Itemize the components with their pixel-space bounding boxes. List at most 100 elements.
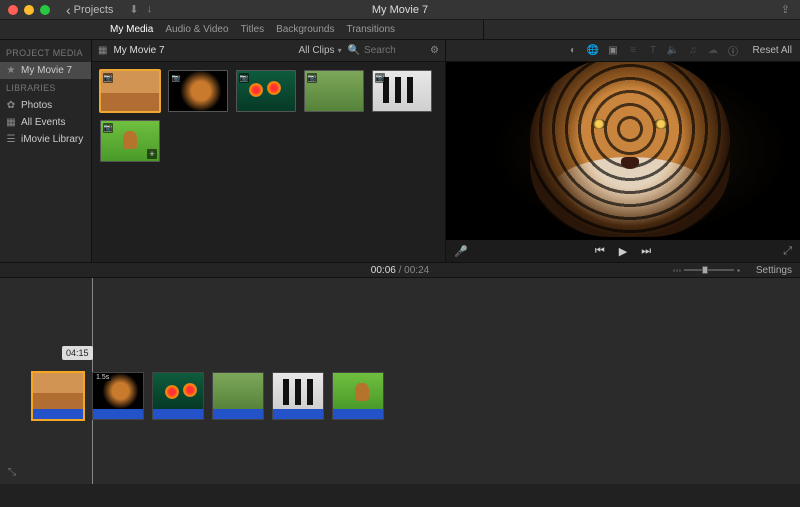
tab-backgrounds[interactable]: Backgrounds [276,24,334,35]
titlebar: Projects ⬇ ↓ My Movie 7 ⇪ [0,0,800,20]
clip-birds[interactable] [152,372,204,420]
library-icon: ☰ [6,135,16,145]
clip-audio-track[interactable] [33,409,83,419]
search-icon: 🔍 [348,45,360,56]
sidebar-item-all-events[interactable]: ▦ All Events [0,114,91,131]
crop-icon[interactable]: ▣ [607,44,620,57]
down-arrow-icon[interactable]: ↓ [147,3,153,16]
media-tabbar: My Media Audio & Video Titles Backgrounds Tr… [0,20,800,40]
clip-deer[interactable] [332,372,384,420]
thumb-penguins[interactable]: 📷 [372,70,432,112]
media-tabs: My Media Audio & Video Titles Backgrounds Tr… [110,24,395,35]
tab-audio-video[interactable]: Audio & Video [165,24,228,35]
balance-icon[interactable]: ◐ [567,44,580,57]
clip-thumbnail [333,373,383,409]
clip-elephants[interactable] [32,372,84,420]
calendar-icon: ▦ [6,118,16,128]
timecode-bar: 00:06 / 00:24 ◦◦◦ ▪ Settings [0,262,800,278]
globe-icon[interactable]: 🌐 [587,44,600,57]
zoom-track[interactable] [684,269,734,271]
clip-duration: 1.5s [94,374,111,381]
reset-all-button[interactable]: Reset All [753,45,792,56]
sidebar-heading: LIBRARIES [0,79,91,97]
thumb-birds[interactable]: 📷 [236,70,296,112]
timecode-marker: 04:15 [62,346,93,360]
clip-audio-track[interactable] [153,409,203,419]
clip-audio-track[interactable] [213,409,263,419]
clip-audio-track[interactable] [93,409,143,419]
tab-my-media[interactable]: My Media [110,24,153,35]
upper-panels: PROJECT MEDIA★My Movie 7LIBRARIES✿Photos… [0,40,800,262]
zoom-out-icon[interactable]: ◦◦◦ [673,266,682,275]
sidebar-item-imovie-library[interactable]: ☰ iMovie Library [0,131,91,148]
thumb-tiger[interactable]: 📷 [168,70,228,112]
clip-thumbnail [153,373,203,409]
window-controls [0,5,50,15]
clip-audio-track[interactable] [333,409,383,419]
time-total: 00:24 [404,265,429,276]
timeline[interactable]: 04:15 1.5s ⤡ [0,278,800,484]
photos-icon: ✿ [6,101,16,111]
camera-badge-icon: 📷 [239,73,249,83]
clip-thumbnail [33,373,83,409]
settings-gear-icon[interactable]: ⚙ [430,45,439,56]
title-tools: ⬇ ↓ [129,3,152,16]
browser-toolbar: ▦ My Movie 7 All Clips 🔍 ⚙ [92,40,445,62]
prev-button[interactable]: ⏮ [595,245,605,258]
fx-icon[interactable]: ☁ [707,44,720,57]
clip-leopard[interactable] [212,372,264,420]
tab-titles[interactable]: Titles [241,24,265,35]
timeline-settings[interactable]: Settings [756,265,792,276]
zoom-slider[interactable]: ◦◦◦ ▪ [673,266,740,275]
search-input[interactable] [364,45,424,56]
viewer-adjust-bar: ◐ 🌐 ▣ ≡ T 🔈 ♫ ☁ ⓘ Reset All [446,40,800,62]
sidebar-item-label: All Events [21,117,65,128]
thumb-elephants[interactable]: 📷 [100,70,160,112]
grid-view-icon[interactable]: ▦ [98,45,107,56]
text-icon[interactable]: T [647,44,660,57]
thumb-deer[interactable]: 📷+ [100,120,160,162]
sidebar-item-photos[interactable]: ✿ Photos [0,97,91,114]
clip-penguins[interactable] [272,372,324,420]
microphone-icon[interactable]: 🎤 [454,245,468,258]
timeline-clips: 1.5s [32,372,800,420]
media-browser: ▦ My Movie 7 All Clips 🔍 ⚙ 📷📷📷📷📷📷+ [92,40,446,262]
back-to-projects[interactable]: Projects [66,2,113,18]
sidebar-item-label: iMovie Library [21,134,83,145]
sliders-icon[interactable]: ≡ [627,44,640,57]
sidebar-item-label: Photos [21,100,52,111]
clip-tiger[interactable]: 1.5s [92,372,144,420]
share-icon[interactable]: ⇪ [781,3,800,16]
info-icon[interactable]: ⓘ [727,44,740,57]
audio-icon[interactable]: 🔈 [667,44,680,57]
zoom-in-icon[interactable]: ▪ [737,266,740,275]
play-button[interactable]: ▶ [619,245,627,258]
fullscreen-icon[interactable]: ⤢ [783,245,792,258]
tabbar-divider [483,20,484,40]
back-label: Projects [74,4,114,16]
star-icon: ★ [6,66,16,76]
clip-thumbnail [273,373,323,409]
sidebar-item-my-movie-[interactable]: ★ My Movie 7 [0,62,91,79]
add-icon[interactable]: + [147,149,157,159]
maximize-button[interactable] [40,5,50,15]
timeline-collapse-icon[interactable]: ⤡ [8,467,16,478]
next-button[interactable]: ⏭ [641,245,651,258]
tab-transitions[interactable]: Transitions [346,24,395,35]
browser-thumbnails: 📷📷📷📷📷📷+ [92,62,445,170]
zoom-thumb[interactable] [702,266,708,274]
preview-viewport[interactable] [446,62,800,240]
clips-filter[interactable]: All Clips [298,45,341,56]
camera-badge-icon: 📷 [307,73,317,83]
search-field[interactable]: 🔍 [348,45,424,56]
browser-title: My Movie 7 [113,45,164,56]
clip-audio-track[interactable] [273,409,323,419]
close-button[interactable] [8,5,18,15]
viewer-panel: ◐ 🌐 ▣ ≡ T 🔈 ♫ ☁ ⓘ Reset All 🎤 ⏮ ▶ ⏭ ⤢ [446,40,800,262]
eq-icon[interactable]: ♫ [687,44,700,57]
minimize-button[interactable] [24,5,34,15]
sidebar-item-label: My Movie 7 [21,65,72,76]
thumb-leopard[interactable]: 📷 [304,70,364,112]
sidebar: PROJECT MEDIA★My Movie 7LIBRARIES✿Photos… [0,40,92,262]
import-icon[interactable]: ⬇ [129,3,138,16]
